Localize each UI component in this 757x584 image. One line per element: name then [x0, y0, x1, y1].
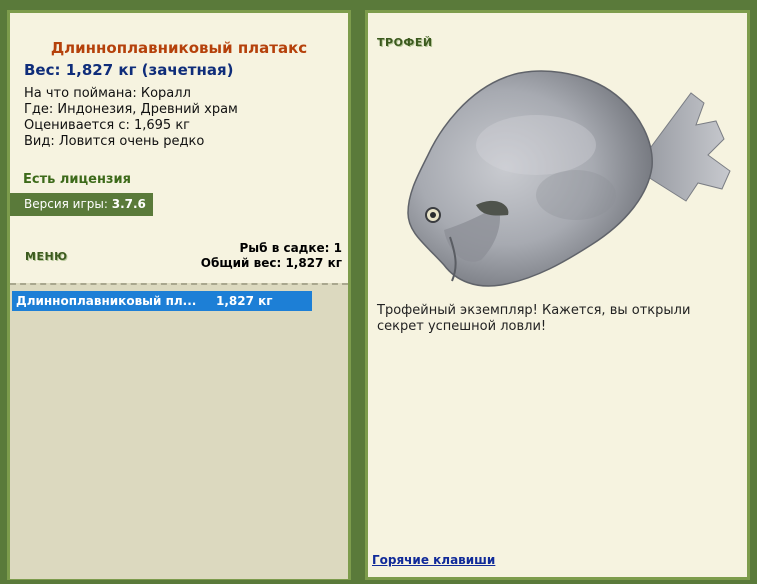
info-rating: Оценивается с: 1,695 кг: [24, 118, 191, 133]
info-rarity: Вид: Ловится очень редко: [24, 134, 205, 149]
menu-button[interactable]: МЕНЮ: [25, 250, 68, 263]
trophy-panel: ТРОФЕЙ Трофейный экземпляр! Кажется, вы …: [365, 10, 750, 580]
keepnet-stats: Рыб в садке: 1 Общий вес: 1,827 кг: [201, 241, 342, 271]
fish-info-panel: Длинноплавниковый платакс Вес: 1,827 кг …: [7, 10, 351, 580]
version-value: 3.7.6: [111, 197, 146, 211]
info-bait: На что поймана: Коралл: [24, 86, 191, 101]
list-item[interactable]: Длинноплавниковый пл... 1,827 кг: [12, 291, 312, 311]
license-status: Есть лицензия: [23, 172, 131, 187]
total-weight: Общий вес: 1,827 кг: [200, 256, 342, 270]
trophy-label: ТРОФЕЙ: [377, 36, 433, 49]
fish-title: Длинноплавниковый платакс: [50, 39, 308, 57]
version-bar: Версия игры: 3.7.6: [10, 193, 153, 216]
fish-count: Рыб в садке: 1: [239, 241, 343, 255]
fish-weight: Вес: 1,827 кг (зачетная): [24, 61, 234, 79]
hotkeys-link[interactable]: Горячие клавиши: [372, 553, 495, 567]
keepnet-list: Длинноплавниковый пл... 1,827 кг: [10, 283, 348, 579]
info-location: Где: Индонезия, Древний храм: [24, 102, 238, 117]
fish-image: [407, 70, 731, 287]
list-item-name: Длинноплавниковый пл...: [16, 294, 197, 308]
version-label: Версия игры:: [24, 197, 108, 211]
trophy-message: Трофейный экземпляр! Кажется, вы открыли…: [377, 303, 691, 334]
list-item-weight: 1,827 кг: [216, 294, 273, 308]
